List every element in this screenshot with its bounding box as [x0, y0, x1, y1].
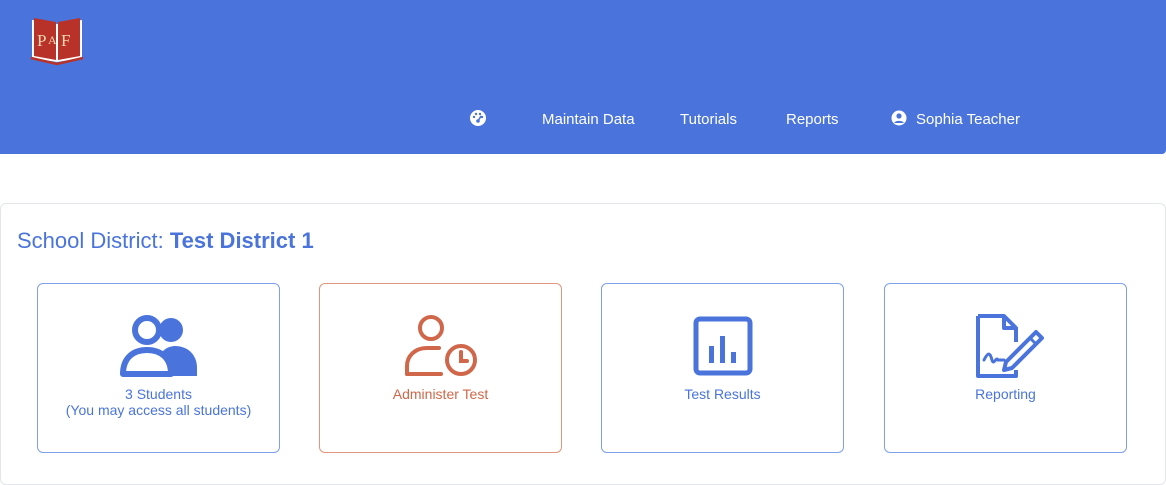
user-name: Sophia Teacher	[916, 111, 1020, 128]
district-prefix: School District:	[17, 228, 164, 253]
document-signature-icon	[966, 314, 1046, 383]
svg-text:A: A	[48, 33, 57, 47]
top-header: P A F Maintain Data Tutorials Reports So…	[0, 0, 1166, 154]
user-clock-icon	[401, 314, 481, 383]
test-results-card[interactable]: Test Results	[601, 283, 844, 453]
administer-test-label: Administer Test	[392, 386, 489, 402]
district-title: School District: Test District 1	[17, 226, 314, 256]
nav-maintain-data[interactable]: Maintain Data	[542, 108, 635, 132]
bar-chart-icon	[683, 314, 763, 383]
svg-text:F: F	[61, 31, 70, 50]
nav-reports[interactable]: Reports	[786, 108, 839, 132]
nav-dashboard[interactable]	[469, 108, 489, 132]
district-name: Test District 1	[169, 228, 314, 253]
paf-logo[interactable]: P A F	[28, 14, 86, 68]
main-nav: Maintain Data Tutorials Reports Sophia T…	[0, 108, 1166, 132]
nav-tutorials[interactable]: Tutorials	[680, 108, 737, 132]
reporting-card[interactable]: Reporting	[884, 283, 1127, 453]
reporting-label: Reporting	[975, 386, 1036, 402]
students-access-note: (You may access all students)	[65, 402, 252, 418]
user-menu[interactable]: Sophia Teacher	[891, 108, 1020, 132]
students-card[interactable]: 3 Students (You may access all students)	[37, 283, 280, 453]
test-results-label: Test Results	[684, 386, 761, 402]
user-circle-icon	[891, 110, 907, 126]
students-count: 3 Students	[125, 386, 192, 402]
svg-text:P: P	[37, 31, 46, 50]
users-icon	[119, 314, 199, 383]
dashboard-gauge-icon	[469, 109, 487, 127]
students-card-label: 3 Students (You may access all students)	[38, 386, 279, 418]
administer-test-card[interactable]: Administer Test	[319, 283, 562, 453]
